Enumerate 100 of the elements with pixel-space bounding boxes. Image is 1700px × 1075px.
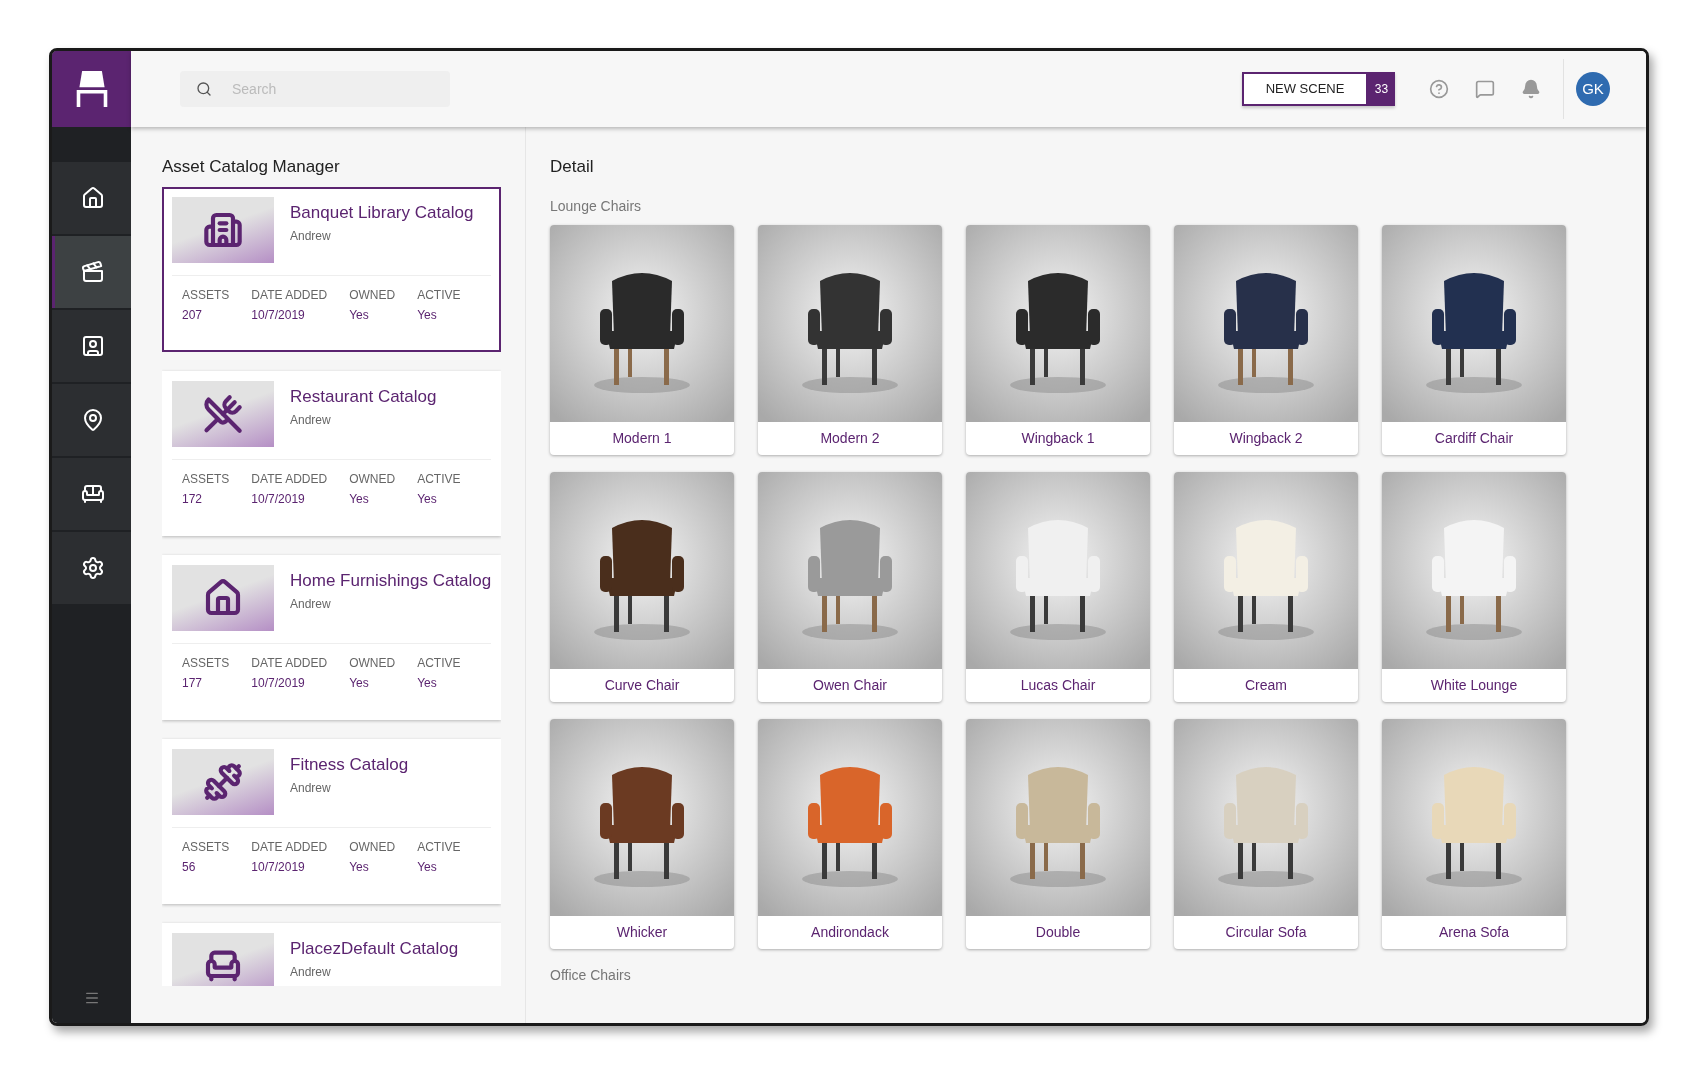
stat-value: 56 xyxy=(182,858,197,876)
stat-label: ACTIVE xyxy=(417,286,461,304)
utensils-icon xyxy=(203,393,243,434)
section-title: Office Chairs xyxy=(550,965,632,985)
sidebar-item[interactable] xyxy=(52,458,131,530)
asset-name: Lucas Chair xyxy=(1019,675,1097,695)
catalog-author: Andrew xyxy=(290,780,332,797)
asset-tile[interactable]: Curve Chair xyxy=(550,471,734,702)
chat-icon[interactable] xyxy=(1475,79,1495,99)
asset-tile[interactable]: Circular Sofa xyxy=(1174,718,1358,949)
scene-count-badge: 33 xyxy=(1368,72,1395,106)
stat-label: DATE ADDED xyxy=(251,654,328,672)
asset-name: Double xyxy=(1034,922,1082,942)
detail-title: Detail xyxy=(550,156,595,178)
stat-value: Yes xyxy=(417,674,438,692)
dumbbell-icon xyxy=(203,761,243,802)
stat-label: ACTIVE xyxy=(417,470,461,488)
asset-tile[interactable]: Wingback 1 xyxy=(966,224,1150,455)
section-title: Lounge Chairs xyxy=(550,196,643,216)
stat-label: ACTIVE xyxy=(417,654,461,672)
asset-tile[interactable]: Owen Chair xyxy=(758,471,942,702)
stat-value: 172 xyxy=(182,490,204,508)
stat-value: Yes xyxy=(349,674,370,692)
house-icon xyxy=(203,577,243,618)
asset-tile[interactable]: White Lounge xyxy=(1382,471,1566,702)
map-pin-icon xyxy=(81,408,105,432)
catalog-card[interactable]: PlacezDefault Catalog Andrew xyxy=(162,922,501,986)
stat-value: Yes xyxy=(417,490,438,508)
asset-name: Wingback 2 xyxy=(1228,428,1304,448)
sidebar-item[interactable] xyxy=(52,384,131,456)
stat-label: OWNED xyxy=(349,654,396,672)
catalog-author: Andrew xyxy=(290,596,332,613)
catalog-card[interactable]: Restaurant Catalog Andrew ASSETS 172 DATE ADDED 10/7/2019 OWNED Yes ACTIVE Yes xyxy=(162,370,501,536)
asset-tile[interactable]: Modern 2 xyxy=(758,224,942,455)
home-icon xyxy=(81,186,105,210)
sofa-icon xyxy=(81,482,105,506)
new-scene-button[interactable]: NEW SCENE xyxy=(1242,72,1368,106)
asset-tile[interactable]: Andirondack xyxy=(758,718,942,949)
panel-title: Asset Catalog Manager xyxy=(162,156,341,178)
asset-tile[interactable]: Double xyxy=(966,718,1150,949)
sidebar-item[interactable] xyxy=(52,236,131,308)
asset-tile[interactable]: Cardiff Chair xyxy=(1382,224,1566,455)
asset-name: Arena Sofa xyxy=(1437,922,1511,942)
catalog-card[interactable]: Banquet Library Catalog Andrew ASSETS 207 DATE ADDED 10/7/2019 OWNED Yes ACTIVE Yes xyxy=(162,186,501,352)
stat-label: ASSETS xyxy=(182,654,230,672)
asset-name: Whicker xyxy=(615,922,669,942)
catalog-title: Restaurant Catalog xyxy=(290,385,437,408)
stat-label: OWNED xyxy=(349,286,396,304)
stat-label: ASSETS xyxy=(182,286,230,304)
stat-value: Yes xyxy=(417,858,438,876)
catalog-author: Andrew xyxy=(290,964,332,981)
stat-label: ASSETS xyxy=(182,470,230,488)
asset-name: Modern 1 xyxy=(611,428,673,448)
stat-value: 10/7/2019 xyxy=(251,306,306,324)
asset-tile[interactable]: Whicker xyxy=(550,718,734,949)
asset-name: Curve Chair xyxy=(603,675,681,695)
sidebar-item[interactable] xyxy=(52,532,131,604)
stat-value: 10/7/2019 xyxy=(251,674,306,692)
stat-value: Yes xyxy=(417,306,438,324)
stat-value: Yes xyxy=(349,858,370,876)
stat-value: Yes xyxy=(349,490,370,508)
stat-value: 10/7/2019 xyxy=(251,490,306,508)
settings-icon xyxy=(81,556,105,580)
sidebar-item[interactable] xyxy=(52,162,131,234)
asset-name: Cream xyxy=(1244,675,1288,695)
sidebar-item[interactable] xyxy=(52,310,131,382)
catalog-title: Home Furnishings Catalog xyxy=(290,569,492,592)
stat-label: DATE ADDED xyxy=(251,286,328,304)
catalog-title: PlacezDefault Catalog xyxy=(290,937,459,960)
asset-tile[interactable]: Arena Sofa xyxy=(1382,718,1566,949)
menu-icon[interactable] xyxy=(83,990,100,1006)
asset-tile[interactable]: Cream xyxy=(1174,471,1358,702)
help-icon[interactable] xyxy=(1429,79,1449,99)
catalog-title: Banquet Library Catalog xyxy=(290,201,474,224)
stat-value: 177 xyxy=(182,674,204,692)
catalog-author: Andrew xyxy=(290,412,332,429)
user-avatar[interactable]: GK xyxy=(1576,72,1610,106)
asset-tile[interactable]: Wingback 2 xyxy=(1174,224,1358,455)
contact-card-icon xyxy=(81,334,105,358)
stat-label: DATE ADDED xyxy=(251,838,328,856)
asset-name: Wingback 1 xyxy=(1020,428,1096,448)
stat-value: 10/7/2019 xyxy=(251,858,306,876)
asset-name: Modern 2 xyxy=(819,428,881,448)
asset-name: Andirondack xyxy=(810,922,890,942)
asset-name: Owen Chair xyxy=(812,675,888,695)
stat-label: DATE ADDED xyxy=(251,470,328,488)
stat-label: OWNED xyxy=(349,470,396,488)
notifications-icon[interactable] xyxy=(1521,79,1541,99)
stat-value: 207 xyxy=(182,306,204,324)
stat-label: ACTIVE xyxy=(417,838,461,856)
catalog-card[interactable]: Home Furnishings Catalog Andrew ASSETS 177 DATE ADDED 10/7/2019 OWNED Yes ACTIVE Yes xyxy=(162,554,501,720)
asset-tile[interactable]: Lucas Chair xyxy=(966,471,1150,702)
search-icon xyxy=(196,81,212,97)
asset-tile[interactable]: Modern 1 xyxy=(550,224,734,455)
catalog-title: Fitness Catalog xyxy=(290,753,409,776)
clapperboard-icon xyxy=(81,260,105,284)
catalog-card[interactable]: Fitness Catalog Andrew ASSETS 56 DATE ADDED 10/7/2019 OWNED Yes ACTIVE Yes xyxy=(162,738,501,904)
asset-name: Cardiff Chair xyxy=(1433,428,1515,448)
stat-label: ASSETS xyxy=(182,838,230,856)
catalog-author: Andrew xyxy=(290,228,332,245)
